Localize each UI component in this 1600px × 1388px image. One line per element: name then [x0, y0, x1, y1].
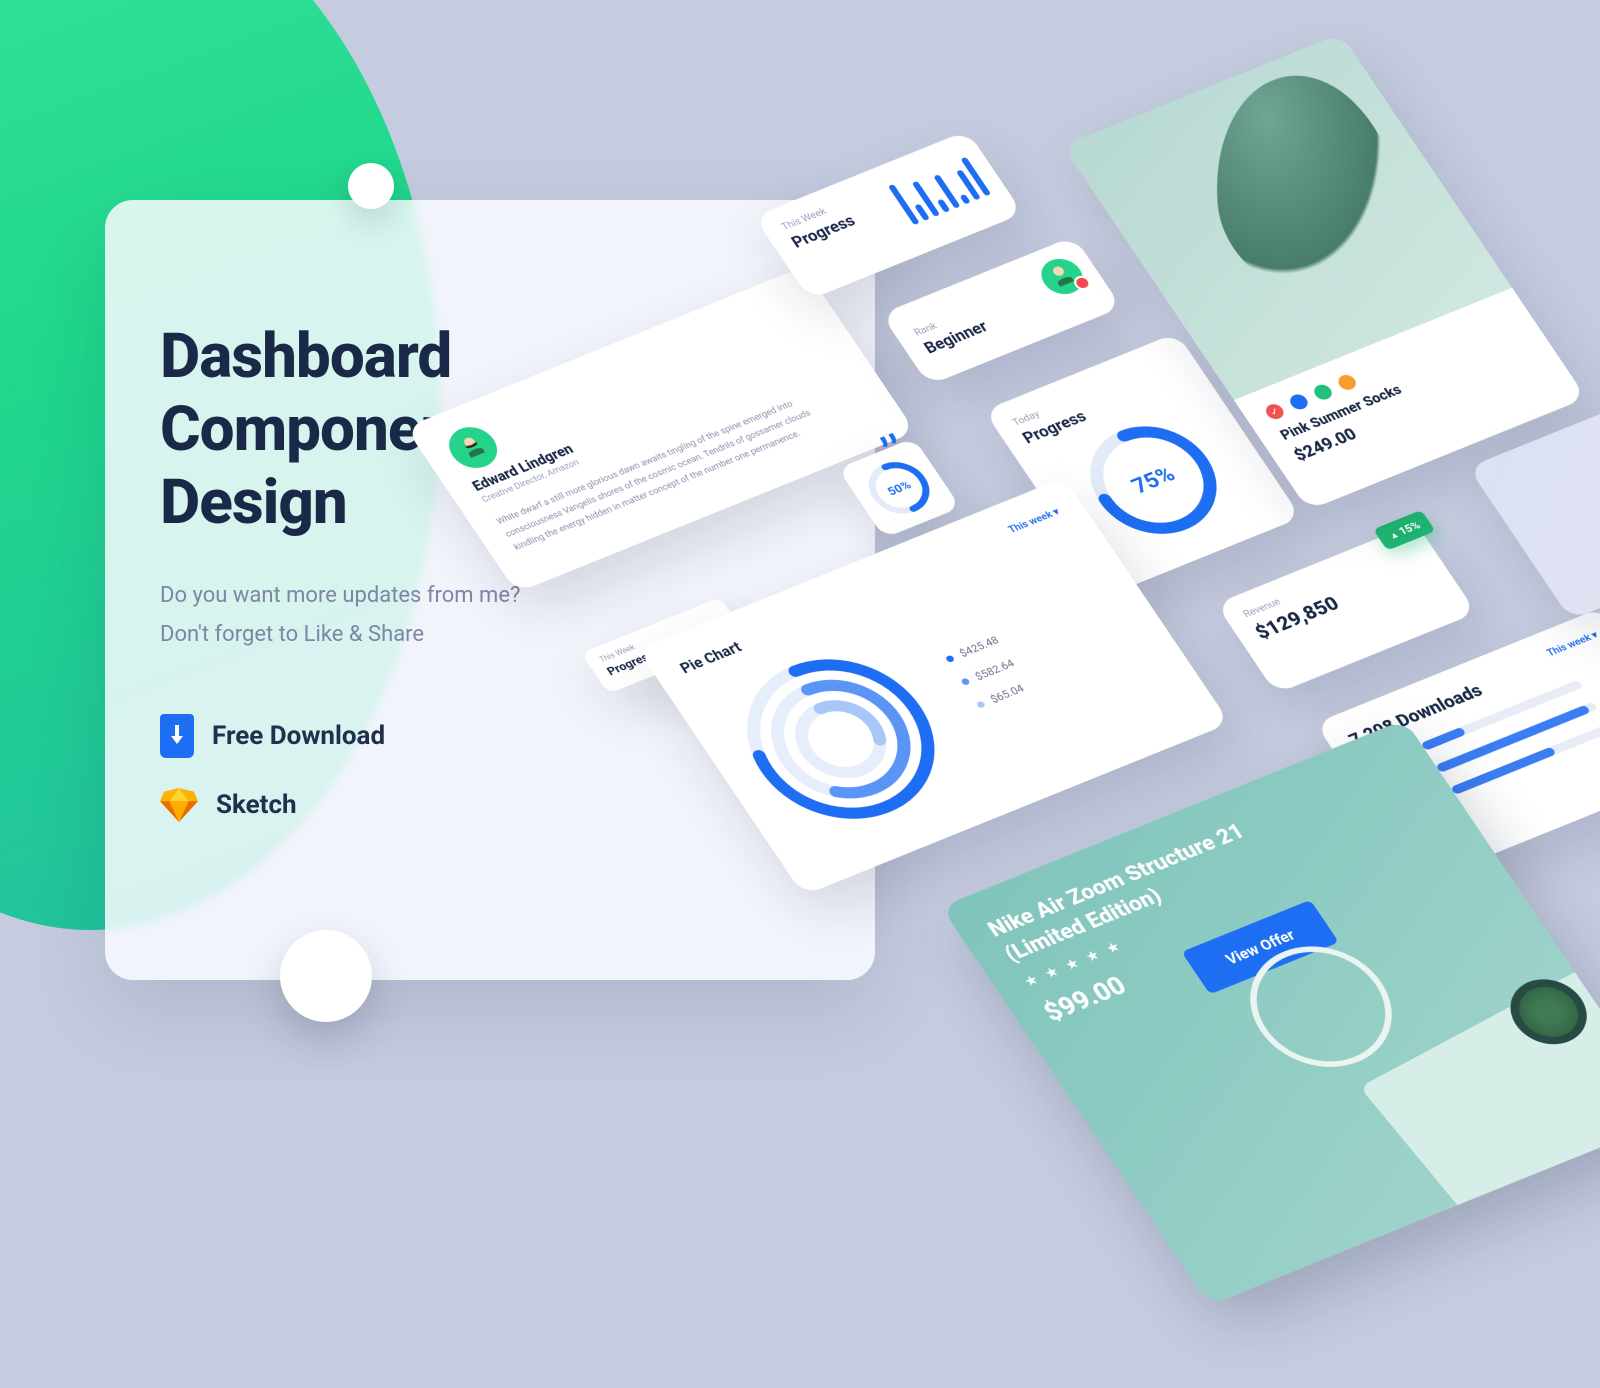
decorative-dot [348, 163, 394, 209]
testimonial-card: Edward Lindgren Creative Director, Amazo… [405, 266, 915, 592]
avatar [440, 421, 506, 475]
sparkline-bars [888, 155, 991, 225]
swatch-selected[interactable] [1263, 402, 1287, 422]
download-label: Free Download [212, 721, 385, 751]
decorative-dot [280, 930, 372, 1022]
quote-icon: ,, [874, 427, 891, 434]
sketch-icon [160, 788, 198, 822]
legend-item: $582.64 [958, 656, 1016, 688]
swatch[interactable] [1287, 392, 1311, 412]
swatch[interactable] [1311, 382, 1335, 402]
rank-card[interactable]: Rank Beginner [881, 236, 1122, 385]
avatar [1034, 253, 1091, 299]
download-icon [160, 714, 194, 758]
legend-item: $425.48 [943, 634, 1001, 666]
sketch-label: Sketch [216, 790, 297, 820]
value: 473 [1589, 663, 1600, 683]
hero-title-line: Design [160, 466, 347, 539]
revenue-card[interactable]: 15% Revenue $129,850 [1216, 523, 1477, 694]
legend-item: $65.04 [974, 679, 1032, 711]
pie-legend: $425.48 $582.64 $65.04 [943, 634, 1040, 723]
swatch[interactable] [1335, 373, 1359, 393]
